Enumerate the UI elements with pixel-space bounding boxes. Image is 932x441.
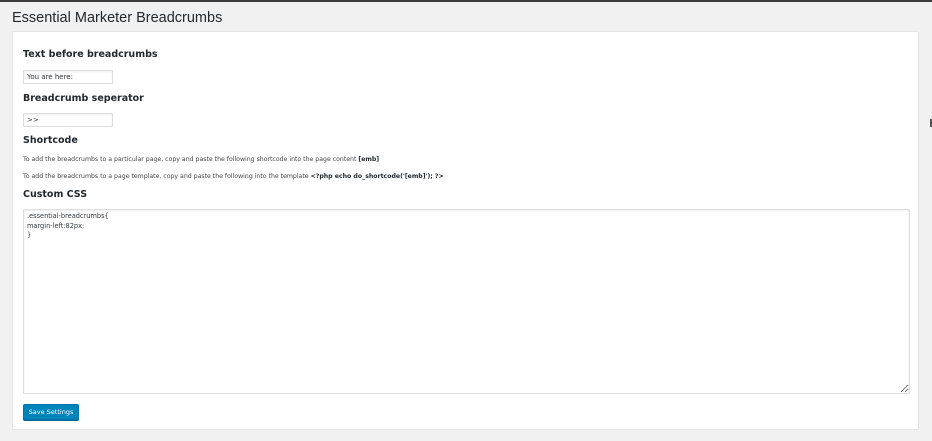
shortcode-template-text: To add the breadcrumbs to a page templat…: [23, 173, 309, 180]
shortcode-page-instruction: To add the breadcrumbs to a particular p…: [23, 156, 379, 163]
text-before-input[interactable]: [23, 70, 113, 84]
shortcode-page-text: To add the breadcrumbs to a particular p…: [23, 156, 357, 163]
save-settings-button[interactable]: Save Settings: [23, 404, 79, 420]
shortcode-template-instruction: To add the breadcrumbs to a page templat…: [23, 173, 444, 180]
separator-input[interactable]: [23, 113, 113, 127]
shortcode-page-code: [emb]: [358, 156, 380, 163]
page-title: Essential Marketer Breadcrumbs: [12, 10, 223, 26]
custom-css-textarea[interactable]: .essential-breadcrumbs{ margin-left:82px…: [23, 209, 910, 394]
shortcode-heading: Shortcode: [23, 135, 78, 146]
settings-panel: Text before breadcrumbs Breadcrumb seper…: [12, 31, 919, 430]
custom-css-label: Custom CSS: [23, 189, 88, 200]
text-before-label: Text before breadcrumbs: [23, 49, 158, 60]
separator-label: Breadcrumb seperator: [23, 93, 144, 104]
shortcode-template-code: <?php echo do_shortcode('[emb]'); ?>: [310, 173, 444, 180]
